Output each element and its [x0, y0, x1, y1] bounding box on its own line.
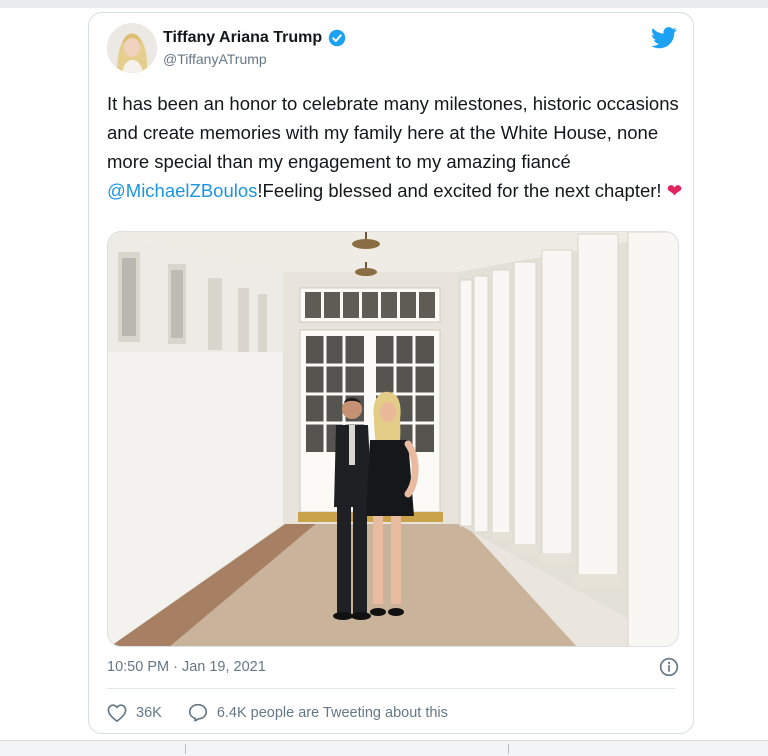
- tweet-text-part: It has been an honor to celebrate many m…: [107, 93, 679, 172]
- browser-top-band: [0, 0, 768, 8]
- twitter-bird-icon[interactable]: [651, 27, 677, 49]
- author-handle[interactable]: @TiffanyATrump: [163, 51, 267, 67]
- divider: [107, 688, 675, 689]
- info-icon[interactable]: [659, 657, 679, 677]
- tweet-actions: 36K 6.4K people are Tweeting about this: [107, 703, 474, 722]
- author-row: Tiffany Ariana Trump: [163, 29, 346, 47]
- tweeting-about-text: 6.4K people are Tweeting about this: [216, 704, 448, 721]
- colonnade-photo: [108, 232, 678, 646]
- tweet-photo[interactable]: [107, 231, 679, 647]
- verified-badge-icon: [328, 29, 346, 47]
- tweet-timestamp[interactable]: 10:50 PM · Jan 19, 2021: [107, 659, 266, 675]
- tweet-text-part-2: !Feeling blessed and excited for the nex…: [257, 180, 667, 201]
- heart-icon: [107, 703, 127, 722]
- heart-emoji: ❤: [666, 180, 683, 201]
- conversation-button[interactable]: 6.4K people are Tweeting about this: [188, 703, 448, 722]
- like-count: 36K: [136, 704, 162, 721]
- browser-bottom-band: [0, 740, 768, 756]
- tweet-card: Tiffany Ariana Trump @TiffanyATrump It h…: [88, 12, 694, 734]
- comment-icon: [188, 703, 207, 722]
- like-button[interactable]: 36K: [107, 703, 162, 722]
- author-name[interactable]: Tiffany Ariana Trump: [163, 29, 322, 47]
- avatar[interactable]: [107, 23, 157, 73]
- tweet-text: It has been an honor to celebrate many m…: [107, 89, 683, 205]
- mention-link[interactable]: @MichaelZBoulos: [107, 180, 257, 201]
- bottom-tick: [508, 744, 509, 754]
- avatar-image: [107, 23, 157, 73]
- bottom-tick: [185, 744, 186, 754]
